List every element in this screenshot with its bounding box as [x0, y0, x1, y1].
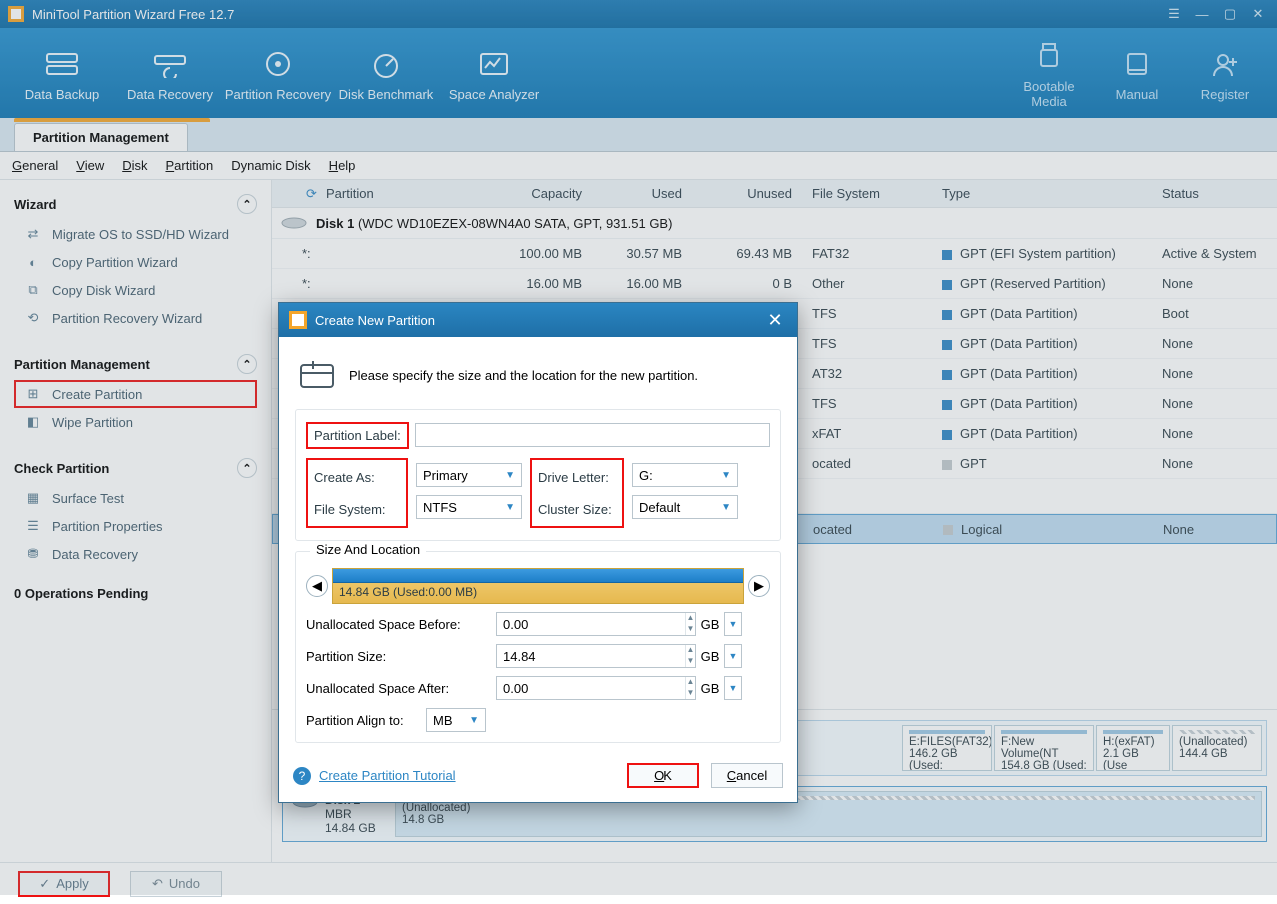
chevron-down-icon: ▼: [505, 470, 515, 481]
align-select[interactable]: MB▼: [426, 708, 486, 732]
label-unalloc-before: Unallocated Space Before:: [306, 617, 496, 632]
label-partition-label: Partition Label:: [314, 428, 401, 443]
ok-button[interactable]: OK: [627, 763, 699, 788]
label-create-as: Create As:: [314, 470, 400, 485]
cluster-size-select[interactable]: Default▼: [632, 495, 738, 519]
chevron-down-icon: ▼: [721, 502, 731, 513]
spinner-up-icon[interactable]: ▲: [686, 677, 695, 688]
size-section-title: Size And Location: [310, 542, 426, 557]
spinner-down-icon[interactable]: ▼: [686, 688, 695, 699]
label-cluster-size: Cluster Size:: [538, 502, 616, 517]
dialog-title: Create New Partition: [315, 313, 435, 328]
create-as-select[interactable]: Primary▼: [416, 463, 522, 487]
dialog-title-bar: Create New Partition ✕: [279, 303, 797, 337]
file-system-select[interactable]: NTFS▼: [416, 495, 522, 519]
size-bar[interactable]: 14.84 GB (Used:0.00 MB): [332, 568, 744, 604]
spinner-down-icon[interactable]: ▼: [686, 624, 695, 635]
chevron-down-icon: ▼: [505, 502, 515, 513]
unit-dropdown[interactable]: ▼: [724, 676, 742, 700]
spinner-up-icon[interactable]: ▲: [686, 613, 695, 624]
unalloc-after-input[interactable]: ▲▼: [496, 676, 696, 700]
cancel-button[interactable]: Cancel: [711, 763, 783, 788]
unit-dropdown[interactable]: ▼: [724, 644, 742, 668]
label-partition-align: Partition Align to:: [306, 713, 426, 728]
spinner-down-icon[interactable]: ▼: [686, 656, 695, 667]
drive-letter-select[interactable]: G:▼: [632, 463, 738, 487]
label-file-system: File System:: [314, 502, 400, 517]
dialog-close-icon[interactable]: ✕: [763, 310, 787, 331]
new-partition-icon: [299, 359, 335, 391]
label-unalloc-after: Unallocated Space After:: [306, 681, 496, 696]
size-handle-left[interactable]: ◀: [306, 575, 328, 597]
spinner-up-icon[interactable]: ▲: [686, 645, 695, 656]
dialog-logo-icon: [289, 311, 307, 329]
unit-dropdown[interactable]: ▼: [724, 612, 742, 636]
chevron-down-icon: ▼: [469, 715, 479, 726]
help-icon[interactable]: ?: [293, 767, 311, 785]
label-drive-letter: Drive Letter:: [538, 470, 616, 485]
partition-size-input[interactable]: ▲▼: [496, 644, 696, 668]
size-handle-right[interactable]: ▶: [748, 575, 770, 597]
chevron-down-icon: ▼: [721, 470, 731, 481]
label-partition-size: Partition Size:: [306, 649, 496, 664]
dialog-instruction: Please specify the size and the location…: [295, 351, 781, 409]
tutorial-link[interactable]: Create Partition Tutorial: [319, 768, 456, 783]
unalloc-before-input[interactable]: ▲▼: [496, 612, 696, 636]
create-partition-dialog: Create New Partition ✕ Please specify th…: [278, 302, 798, 803]
partition-label-input[interactable]: [415, 423, 770, 447]
